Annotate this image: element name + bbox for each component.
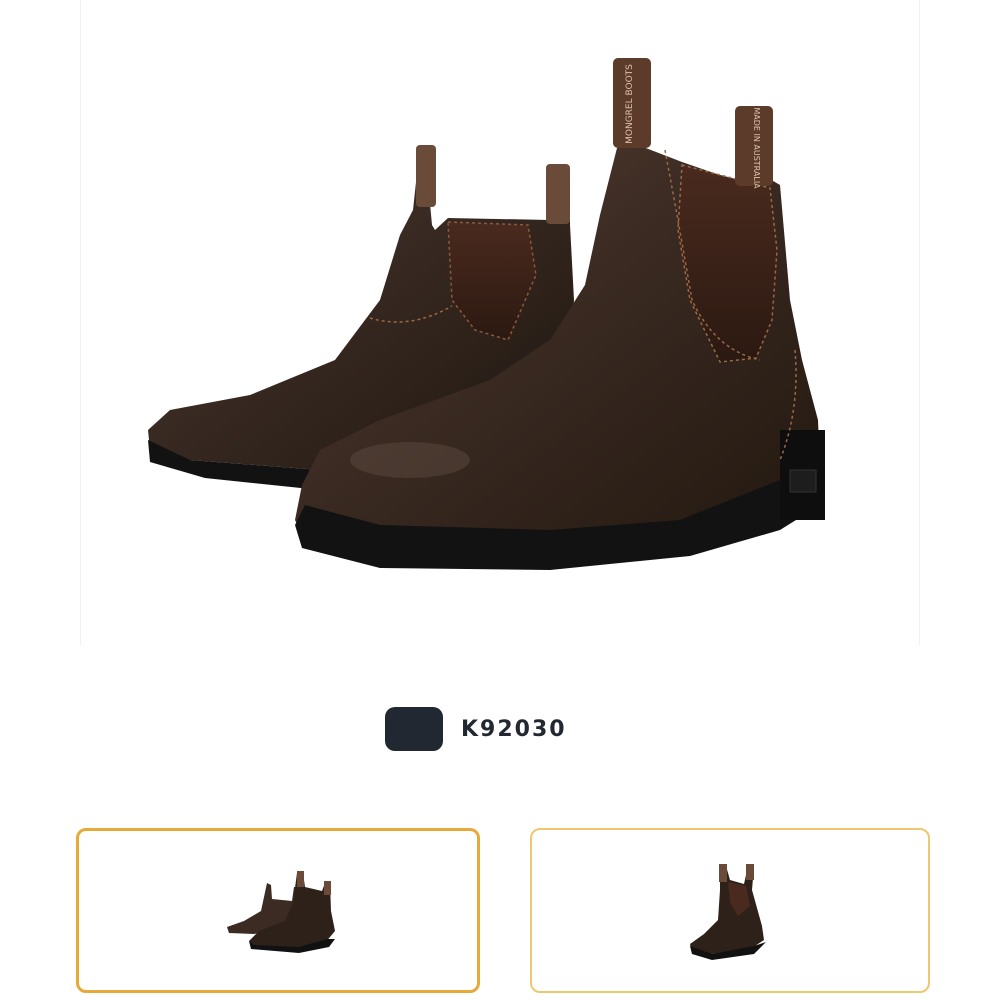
pull-tab-back-text: MADE IN AUSTRALIA: [752, 107, 761, 189]
product-main-image: MONGREL BOOTS MADE IN AUSTRALIA: [80, 0, 920, 645]
variant-code: K92030: [461, 716, 567, 742]
thumbnail-single-boot[interactable]: [530, 828, 930, 993]
thumbnail-boots-pair[interactable]: [76, 828, 480, 993]
single-boot-thumbnail-icon: [690, 864, 766, 960]
pull-tab-front-text: MONGREL BOOTS: [625, 64, 635, 144]
variant-selector: K92030: [385, 706, 567, 752]
color-swatch[interactable]: [385, 707, 443, 751]
boot-pair-illustration: MONGREL BOOTS MADE IN AUSTRALIA: [148, 58, 825, 570]
boots-pair-thumbnail-icon: [227, 871, 335, 953]
